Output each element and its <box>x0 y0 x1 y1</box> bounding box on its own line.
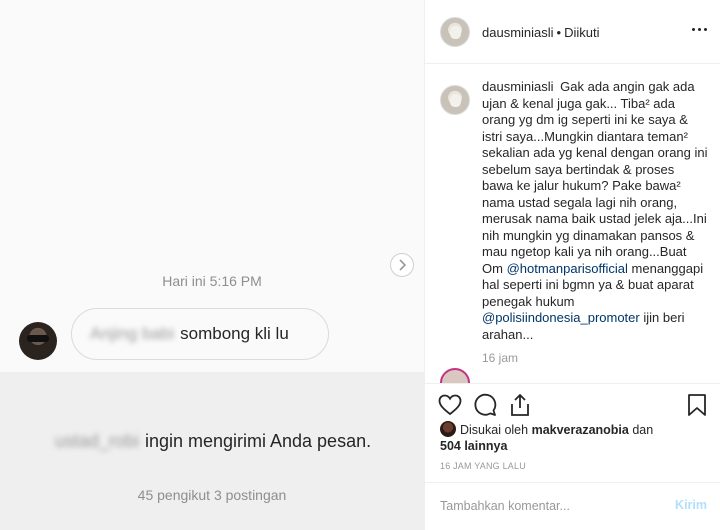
caption-username[interactable]: dausminiasli <box>482 79 554 94</box>
liked-by-and: dan <box>632 423 654 437</box>
post-date: 16 JAM YANG LALU <box>440 461 526 471</box>
liked-by-user[interactable]: makverazanobia <box>532 423 629 437</box>
action-bar <box>425 383 720 423</box>
dm-message-text: sombong kli lu <box>180 324 289 343</box>
dm-sender-avatar <box>19 322 57 360</box>
post-caption: dausminiasli Gak ada angin gak ada ujan … <box>482 79 708 343</box>
header-username[interactable]: dausminiasli <box>482 25 554 40</box>
dm-message-bubble: Anjing babi sombong kli lu <box>71 308 329 360</box>
header-user: dausminiasli • Diikuti <box>482 25 600 40</box>
dm-request-message: ingin mengirimi Anda pesan. <box>144 431 372 451</box>
post-panel: dausminiasli • Diikuti dausminiasli Gak ad… <box>424 0 720 530</box>
caption-avatar[interactable] <box>440 85 470 115</box>
mention-link-1[interactable]: @hotmanparisofficial <box>507 261 628 276</box>
share-icon[interactable] <box>507 392 533 418</box>
chevron-right-icon <box>399 259 407 271</box>
post-comment-button[interactable]: Kirim <box>675 498 707 512</box>
bookmark-icon[interactable] <box>684 392 710 418</box>
dm-blurred-text: Anjing babi <box>90 324 175 343</box>
liked-by-prefix: Disukai oleh <box>460 423 529 437</box>
follow-status-button[interactable]: Diikuti <box>564 25 599 40</box>
comment-icon[interactable] <box>472 392 498 418</box>
likes-summary: Disukai oleh makverazanobia dan 504 lain… <box>440 421 710 454</box>
comments-section: dausminiasli Gak ada angin gak ada ujan … <box>425 64 720 384</box>
liked-by-count[interactable]: 504 lainnya <box>440 439 507 453</box>
dm-timestamp: Hari ini 5:16 PM <box>162 273 262 289</box>
more-dots-icon[interactable] <box>692 28 707 31</box>
dm-request-text: ustad_robi ingin mengirimi Anda pesan. <box>30 430 396 453</box>
media-next-button[interactable] <box>390 253 414 277</box>
liker-avatar <box>440 421 456 437</box>
comment-form: Kirim <box>425 482 720 530</box>
mention-link-2[interactable]: @polisiindonesia_promoter <box>482 310 640 325</box>
header-separator: • <box>556 25 562 40</box>
next-comment-avatar[interactable] <box>440 368 470 384</box>
heart-icon[interactable] <box>437 392 463 418</box>
dm-request-stats: 45 pengikut 3 postingan <box>137 487 287 503</box>
caption-timestamp: 16 jam <box>482 351 519 365</box>
header-avatar[interactable] <box>440 17 470 47</box>
comment-input[interactable] <box>440 495 660 517</box>
post-header: dausminiasli • Diikuti <box>425 0 720 64</box>
caption-text-1: Gak ada angin gak ada ujan & kenal juga … <box>482 79 708 276</box>
post-media: Hari ini 5:16 PM Anjing babi sombong kli… <box>0 0 424 530</box>
dm-request-user-blurred: ustad_robi <box>54 431 139 451</box>
